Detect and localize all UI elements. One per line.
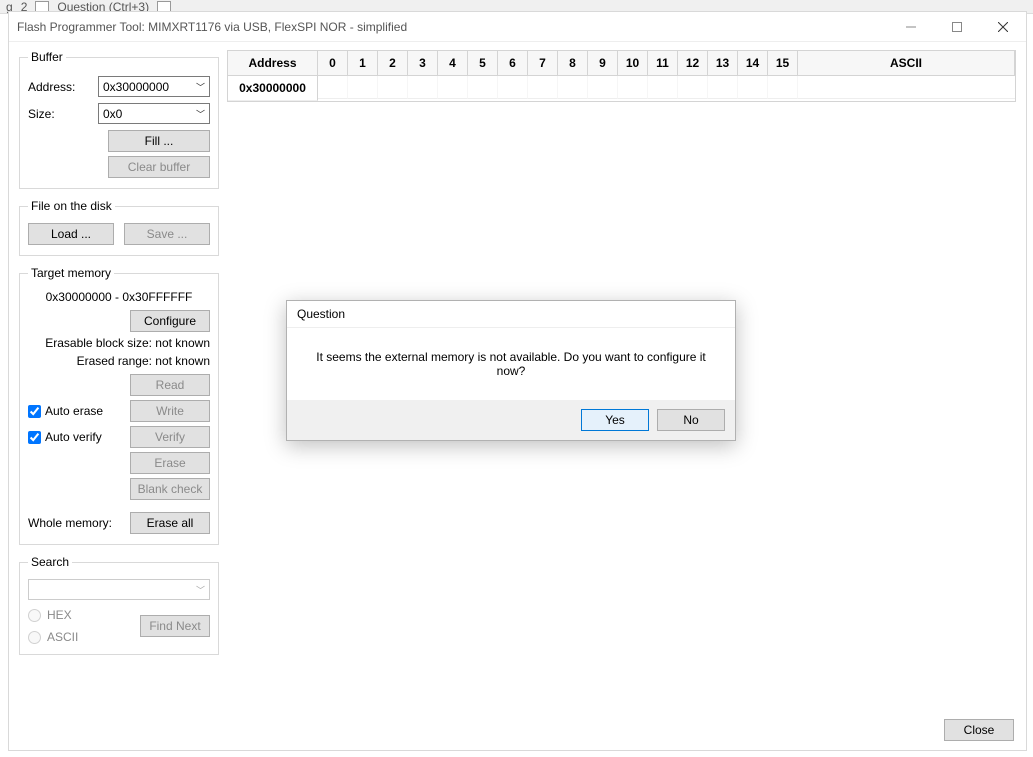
hex-table: Address 0 1 2 3 4 5 6 7 8 9 10 11 12 13 …: [227, 50, 1016, 102]
header-col-12: 12: [678, 51, 708, 76]
header-col-6: 6: [498, 51, 528, 76]
header-col-8: 8: [558, 51, 588, 76]
verify-button[interactable]: Verify: [130, 426, 210, 448]
search-group: Search ﹀ HEX ASCII Find Next: [19, 555, 219, 655]
close-button[interactable]: [980, 12, 1026, 42]
hex-header-row: Address 0 1 2 3 4 5 6 7 8 9 10 11 12 13 …: [228, 51, 1015, 76]
byte-cell[interactable]: [588, 76, 618, 99]
erase-button[interactable]: Erase: [130, 452, 210, 474]
header-col-4: 4: [438, 51, 468, 76]
find-next-button[interactable]: Find Next: [140, 615, 210, 637]
byte-cell[interactable]: [768, 76, 798, 99]
size-value: 0x0: [103, 107, 122, 121]
byte-cell[interactable]: [618, 76, 648, 99]
byte-cell[interactable]: [708, 76, 738, 99]
auto-verify-checkbox[interactable]: Auto verify: [28, 430, 102, 444]
left-column: Buffer Address: 0x30000000 ﹀ Size: 0x0 ﹀: [19, 50, 219, 706]
byte-cell[interactable]: [558, 76, 588, 99]
configure-button[interactable]: Configure: [130, 310, 210, 332]
blank-check-button[interactable]: Blank check: [130, 478, 210, 500]
whole-memory-label: Whole memory:: [28, 516, 112, 530]
hex-row-0[interactable]: 0x30000000: [228, 76, 1015, 101]
erase-all-button[interactable]: Erase all: [130, 512, 210, 534]
byte-cell[interactable]: [438, 76, 468, 99]
address-row: Address: 0x30000000 ﹀: [28, 76, 210, 97]
header-col-10: 10: [618, 51, 648, 76]
maximize-button[interactable]: [934, 12, 980, 42]
dialog-footer: Yes No: [287, 400, 735, 440]
header-col-11: 11: [648, 51, 678, 76]
header-col-0: 0: [318, 51, 348, 76]
hex-radio[interactable]: HEX: [28, 608, 78, 622]
no-button[interactable]: No: [657, 409, 725, 431]
target-memory-group: Target memory 0x30000000 - 0x30FFFFFF Co…: [19, 266, 219, 545]
row-address: 0x30000000: [228, 76, 318, 101]
file-group: File on the disk Load ... Save ...: [19, 199, 219, 256]
size-combo[interactable]: 0x0 ﹀: [98, 103, 210, 124]
header-col-2: 2: [378, 51, 408, 76]
byte-cell[interactable]: [348, 76, 378, 99]
auto-erase-checkbox[interactable]: Auto erase: [28, 404, 103, 418]
load-button[interactable]: Load ...: [28, 223, 114, 245]
address-value: 0x30000000: [103, 80, 169, 94]
window-title: Flash Programmer Tool: MIMXRT1176 via US…: [17, 20, 888, 34]
byte-cell[interactable]: [648, 76, 678, 99]
header-col-5: 5: [468, 51, 498, 76]
address-combo[interactable]: 0x30000000 ﹀: [98, 76, 210, 97]
size-label: Size:: [28, 107, 98, 121]
header-col-1: 1: [348, 51, 378, 76]
write-button[interactable]: Write: [130, 400, 210, 422]
ascii-radio[interactable]: ASCII: [28, 630, 78, 644]
header-col-13: 13: [708, 51, 738, 76]
search-legend: Search: [28, 555, 72, 569]
header-ascii: ASCII: [798, 51, 1015, 76]
address-label: Address:: [28, 80, 98, 94]
dialog-title: Question: [287, 301, 735, 328]
chevron-down-icon: ﹀: [196, 80, 205, 93]
size-row: Size: 0x0 ﹀: [28, 103, 210, 124]
header-address: Address: [228, 51, 318, 76]
ascii-cell[interactable]: [798, 76, 1015, 99]
clear-buffer-button[interactable]: Clear buffer: [108, 156, 210, 178]
buffer-group: Buffer Address: 0x30000000 ﹀ Size: 0x0 ﹀: [19, 50, 219, 189]
header-col-14: 14: [738, 51, 768, 76]
erasable-info: Erasable block size: not known: [28, 336, 210, 350]
close-window-button[interactable]: Close: [944, 719, 1014, 741]
header-col-15: 15: [768, 51, 798, 76]
byte-cell[interactable]: [468, 76, 498, 99]
buffer-legend: Buffer: [28, 50, 66, 64]
byte-cell[interactable]: [738, 76, 768, 99]
byte-cell[interactable]: [678, 76, 708, 99]
titlebar: Flash Programmer Tool: MIMXRT1176 via US…: [9, 12, 1026, 42]
question-dialog: Question It seems the external memory is…: [286, 300, 736, 441]
dialog-message: It seems the external memory is not avai…: [287, 328, 735, 400]
yes-button[interactable]: Yes: [581, 409, 649, 431]
erased-info: Erased range: not known: [28, 354, 210, 368]
read-button[interactable]: Read: [130, 374, 210, 396]
chevron-down-icon: ﹀: [196, 583, 205, 596]
header-col-3: 3: [408, 51, 438, 76]
byte-cell[interactable]: [498, 76, 528, 99]
window-controls: [888, 12, 1026, 42]
target-legend: Target memory: [28, 266, 114, 280]
footer: Close: [9, 708, 1026, 750]
byte-cell[interactable]: [528, 76, 558, 99]
header-col-9: 9: [588, 51, 618, 76]
minimize-button[interactable]: [888, 12, 934, 42]
file-legend: File on the disk: [28, 199, 115, 213]
memory-range: 0x30000000 - 0x30FFFFFF: [28, 290, 210, 304]
header-col-7: 7: [528, 51, 558, 76]
byte-cell[interactable]: [318, 76, 348, 99]
byte-cell[interactable]: [408, 76, 438, 99]
byte-cell[interactable]: [378, 76, 408, 99]
search-input[interactable]: ﹀: [28, 579, 210, 600]
save-button[interactable]: Save ...: [124, 223, 210, 245]
fill-button[interactable]: Fill ...: [108, 130, 210, 152]
chevron-down-icon: ﹀: [196, 107, 205, 120]
